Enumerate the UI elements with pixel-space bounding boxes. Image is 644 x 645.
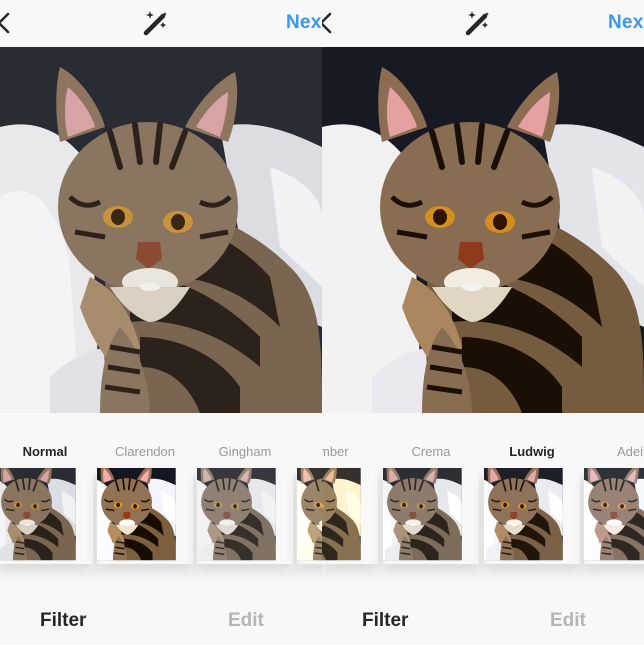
- filter-strip[interactable]: ımber Crema Ludwig Adei: [322, 413, 644, 588]
- bottom-tabs: Filter Edit: [322, 588, 644, 645]
- filter-thumb-gingham[interactable]: [197, 468, 293, 564]
- filter-thumb-ludwig[interactable]: [484, 468, 580, 564]
- next-button[interactable]: Nex: [286, 12, 321, 34]
- kitten-thumbnail: [584, 468, 644, 564]
- kitten-photo: [322, 47, 644, 413]
- filter-strip[interactable]: Normal Clarendon Gingham: [0, 413, 322, 588]
- back-chevron-icon[interactable]: [0, 12, 10, 34]
- photo-preview: [0, 47, 322, 413]
- bottom-tabs: Filter Edit: [0, 588, 322, 645]
- kitten-thumbnail: [197, 468, 293, 564]
- tab-filter[interactable]: Filter: [40, 610, 86, 632]
- filter-label-aden: Adei: [617, 444, 644, 459]
- filter-thumb-next[interactable]: [297, 468, 322, 564]
- kitten-thumbnail: [297, 468, 322, 564]
- kitten-thumbnail: [383, 468, 479, 564]
- tab-filter[interactable]: Filter: [362, 610, 408, 632]
- filter-label-amber: ımber: [322, 444, 349, 459]
- photo-preview: [322, 47, 644, 413]
- back-chevron-icon[interactable]: [322, 12, 332, 34]
- filter-label-normal: Normal: [22, 444, 68, 459]
- filter-thumb-aden[interactable]: [584, 468, 644, 564]
- kitten-thumbnail: [484, 468, 580, 564]
- filter-label-crema: Crema: [411, 444, 451, 459]
- filter-label-gingham: Gingham: [218, 444, 272, 459]
- filter-thumb-normal[interactable]: [0, 468, 93, 564]
- next-button[interactable]: Nex: [608, 12, 643, 34]
- kitten-thumbnail: [322, 468, 378, 564]
- filter-thumb-clarendon[interactable]: [97, 468, 193, 564]
- editor-screen-normal: Nex Normal Clarendon Gingham Filter Edit: [0, 0, 322, 645]
- magic-wand-icon[interactable]: [463, 9, 491, 37]
- tab-edit[interactable]: Edit: [550, 610, 586, 632]
- tab-edit[interactable]: Edit: [228, 610, 264, 632]
- filter-thumb-crema[interactable]: [383, 468, 479, 564]
- filter-label-clarendon: Clarendon: [115, 444, 175, 459]
- magic-wand-icon[interactable]: [141, 9, 169, 37]
- top-bar: Nex: [0, 0, 322, 46]
- filter-label-ludwig: Ludwig: [509, 444, 555, 459]
- filter-thumb-amber[interactable]: [322, 468, 378, 564]
- kitten-thumbnail: [0, 468, 93, 564]
- kitten-thumbnail: [97, 468, 193, 564]
- kitten-photo: [0, 47, 322, 413]
- editor-screen-ludwig: Nex ımber Crema Ludwig Adei Filter Edit: [322, 0, 644, 645]
- top-bar: Nex: [322, 0, 644, 46]
